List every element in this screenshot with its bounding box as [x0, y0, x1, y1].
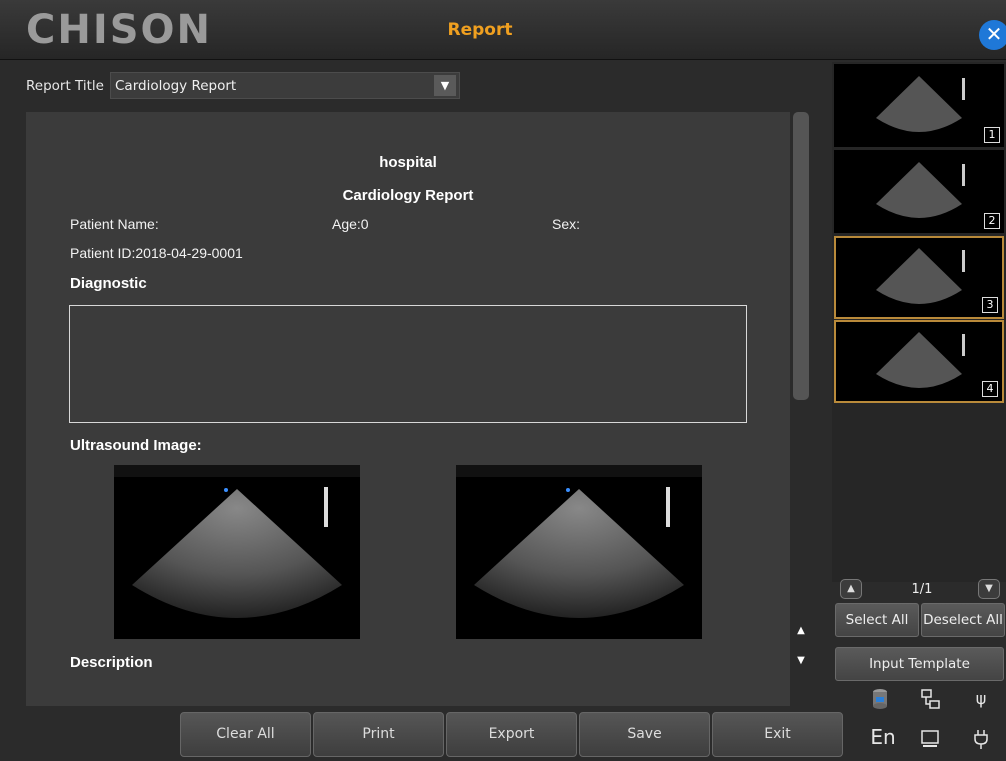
ultrasound-image-heading: Ultrasound Image:	[70, 437, 202, 454]
diagnostic-textbox[interactable]	[69, 305, 747, 423]
patient-id-field: Patient ID:2018-04-29-0001	[70, 245, 243, 261]
thumbnail-item[interactable]: 3	[834, 236, 1004, 319]
usb-icon[interactable]: ψ	[970, 688, 992, 710]
age-field: Age:0	[332, 216, 369, 232]
report-name: Cardiology Report	[342, 187, 474, 204]
power-plug-icon[interactable]	[970, 728, 992, 750]
page-down-icon[interactable]: ▼	[978, 579, 1000, 599]
caret-down-icon[interactable]: ▼	[434, 75, 456, 96]
network-icon[interactable]	[919, 688, 941, 710]
scroll-up-icon[interactable]: ▲	[790, 620, 812, 642]
print-button[interactable]: Print	[313, 712, 444, 757]
ultrasound-image-2	[456, 465, 702, 639]
thumbnail-panel: 1 2 3 4	[832, 62, 1006, 582]
report-title-label: Report Title	[26, 78, 104, 94]
sex-field: Sex:	[552, 216, 581, 232]
thumbnail-item[interactable]: 1	[834, 64, 1004, 147]
thumbnail-number: 3	[982, 297, 998, 313]
ultrasound-image-1	[114, 465, 360, 639]
input-template-button[interactable]: Input Template	[835, 647, 1004, 681]
report-title-dropdown[interactable]: Cardiology Report ▼	[110, 72, 460, 99]
export-button[interactable]: Export	[446, 712, 577, 757]
exit-button[interactable]: Exit	[712, 712, 843, 757]
diagnostic-heading: Diagnostic	[70, 275, 147, 292]
window-title: Report	[447, 20, 513, 40]
thumbnail-item[interactable]: 4	[834, 320, 1004, 403]
save-button[interactable]: Save	[579, 712, 710, 757]
database-icon[interactable]	[869, 688, 891, 710]
thumbnail-item[interactable]: 2	[834, 150, 1004, 233]
scroll-down-icon[interactable]: ▼	[790, 650, 812, 672]
report-preview: hospital Cardiology Report Patient Name:…	[26, 112, 790, 706]
monitor-icon[interactable]	[919, 728, 941, 750]
title-bar: CHISON Report ✕	[0, 0, 1006, 60]
thumbnail-pager: ▲ 1/1 ▼	[832, 578, 1006, 604]
deselect-all-button[interactable]: Deselect All	[921, 603, 1005, 637]
thumbnail-number: 2	[984, 213, 1000, 229]
description-heading: Description	[70, 654, 153, 671]
report-title-value: Cardiology Report	[115, 78, 237, 94]
thumbnail-number: 1	[984, 127, 1000, 143]
page-indicator: 1/1	[911, 582, 933, 597]
patient-name-field: Patient Name:	[70, 216, 159, 232]
scrollbar-thumb[interactable]	[793, 112, 809, 400]
thumbnail-number: 4	[982, 381, 998, 397]
select-all-button[interactable]: Select All	[835, 603, 919, 637]
report-scrollbar[interactable]: ▲ ▼	[790, 112, 812, 706]
close-icon[interactable]: ✕	[979, 20, 1006, 50]
page-up-icon[interactable]: ▲	[840, 579, 862, 599]
language-indicator[interactable]: En	[866, 726, 900, 748]
clear-all-button[interactable]: Clear All	[180, 712, 311, 757]
hospital-name: hospital	[379, 154, 437, 171]
